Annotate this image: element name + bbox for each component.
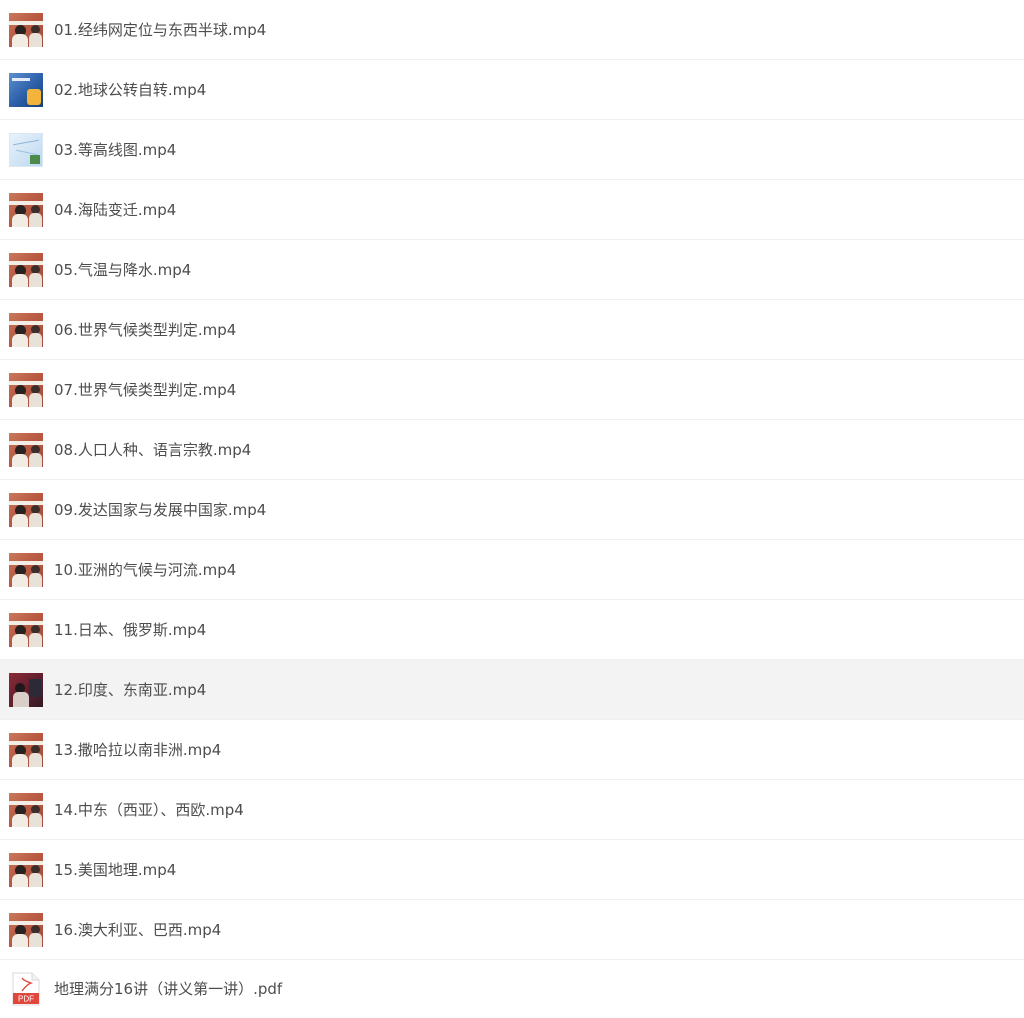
video-thumbnail [9,492,43,527]
file-row[interactable]: 14.中东（西亚）、西欧.mp4 [0,780,1024,840]
file-row[interactable]: 09.发达国家与发展中国家.mp4 [0,480,1024,540]
video-thumbnail [9,912,43,947]
file-name: 09.发达国家与发展中国家.mp4 [54,500,267,519]
file-row[interactable]: 04.海陆变迁.mp4 [0,180,1024,240]
video-thumbnail [9,852,43,887]
file-name: 04.海陆变迁.mp4 [54,200,177,219]
file-name: 06.世界气候类型判定.mp4 [54,320,237,339]
file-row[interactable]: 06.世界气候类型判定.mp4 [0,300,1024,360]
file-row[interactable]: 02.地球公转自转.mp4 [0,60,1024,120]
file-name: 16.澳大利亚、巴西.mp4 [54,920,222,939]
file-list: 01.经纬网定位与东西半球.mp4 02.地球公转自转.mp4 03.等高线图.… [0,0,1024,1018]
video-thumbnail [9,612,43,647]
file-name: 07.世界气候类型判定.mp4 [54,380,237,399]
video-thumbnail [9,312,43,347]
file-name: 01.经纬网定位与东西半球.mp4 [54,20,267,39]
video-thumbnail [9,372,43,407]
video-thumbnail [9,672,43,707]
file-row[interactable]: 16.澳大利亚、巴西.mp4 [0,900,1024,960]
pdf-file-icon: PDF [12,972,40,1006]
file-name: 14.中东（西亚）、西欧.mp4 [54,800,244,819]
file-name: 05.气温与降水.mp4 [54,260,192,279]
file-row-selected[interactable]: 12.印度、东南亚.mp4 [0,660,1024,720]
video-thumbnail [9,552,43,587]
file-name: 08.人口人种、语言宗教.mp4 [54,440,252,459]
video-thumbnail [9,732,43,767]
file-row[interactable]: 05.气温与降水.mp4 [0,240,1024,300]
file-name: 地理满分16讲（讲义第一讲）.pdf [54,980,283,998]
svg-text:PDF: PDF [18,995,34,1004]
video-thumbnail [9,132,43,167]
file-row[interactable]: 11.日本、俄罗斯.mp4 [0,600,1024,660]
file-name: 03.等高线图.mp4 [54,140,177,159]
video-thumbnail [9,252,43,287]
file-name: 12.印度、东南亚.mp4 [54,680,207,699]
file-row[interactable]: 15.美国地理.mp4 [0,840,1024,900]
video-thumbnail [9,792,43,827]
file-name: 15.美国地理.mp4 [54,860,177,879]
file-row[interactable]: 03.等高线图.mp4 [0,120,1024,180]
video-thumbnail [9,192,43,227]
file-row[interactable]: 01.经纬网定位与东西半球.mp4 [0,0,1024,60]
file-row[interactable]: 08.人口人种、语言宗教.mp4 [0,420,1024,480]
file-name: 10.亚洲的气候与河流.mp4 [54,560,237,579]
file-row[interactable]: 13.撒哈拉以南非洲.mp4 [0,720,1024,780]
file-name: 13.撒哈拉以南非洲.mp4 [54,740,222,759]
video-thumbnail [9,12,43,47]
file-row[interactable]: PDF 地理满分16讲（讲义第一讲）.pdf [0,960,1024,1018]
file-row[interactable]: 10.亚洲的气候与河流.mp4 [0,540,1024,600]
file-name: 11.日本、俄罗斯.mp4 [54,620,207,639]
file-row[interactable]: 07.世界气候类型判定.mp4 [0,360,1024,420]
video-thumbnail [9,432,43,467]
file-name: 02.地球公转自转.mp4 [54,80,207,99]
video-thumbnail [9,72,43,107]
